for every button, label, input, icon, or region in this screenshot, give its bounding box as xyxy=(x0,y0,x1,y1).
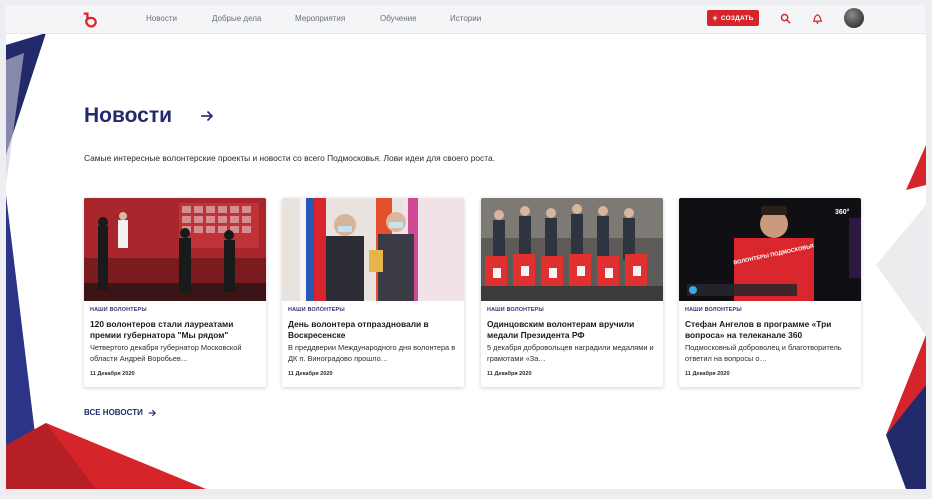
news-card[interactable]: НАШИ ВОЛОНТЕРЫ Одинцовским волонтерам вр… xyxy=(481,198,663,387)
create-button[interactable]: + СОЗДАТЬ xyxy=(707,10,759,26)
news-tag: НАШИ ВОЛОНТЕРЫ xyxy=(288,307,345,313)
nav-item-stories[interactable]: Истории xyxy=(450,14,481,23)
all-news-label: ВСЕ НОВОСТИ xyxy=(84,408,143,417)
search-icon xyxy=(780,13,790,23)
news-description: Четвертого декабря губернатор Московской… xyxy=(90,343,242,363)
top-navigation: Новости Добрые дела Мероприятия Обучение… xyxy=(6,5,926,34)
news-date: 11 Декабря 2020 xyxy=(288,371,333,377)
news-photo xyxy=(84,198,266,301)
news-card[interactable]: ВОЛОНТЕРЫ ПОДМОСКОВЬЯ 360° НАШИ ВОЛОНТЕР… xyxy=(679,198,861,387)
news-photo xyxy=(481,198,663,301)
avatar[interactable] xyxy=(844,8,864,28)
news-photo xyxy=(282,198,464,301)
plus-icon: + xyxy=(712,13,718,23)
tv-channel-logo: 360° xyxy=(835,208,850,216)
news-tag: НАШИ ВОЛОНТЕРЫ xyxy=(685,307,742,313)
nav-item-good-deeds[interactable]: Добрые дела xyxy=(212,14,261,23)
news-title[interactable]: Одинцовским волонтерам вручили медали Пр… xyxy=(487,319,659,340)
arrow-right-icon xyxy=(148,409,156,416)
page-footer-strip xyxy=(6,489,926,495)
arrow-right-icon[interactable] xyxy=(200,109,214,123)
news-description: В преддверии Международного дня волонтер… xyxy=(288,343,456,363)
news-title[interactable]: Стефан Ангелов в программе «Три вопроса»… xyxy=(685,319,857,340)
news-card[interactable]: НАШИ ВОЛОНТЕРЫ День волонтера отпразднов… xyxy=(282,198,464,387)
news-tag: НАШИ ВОЛОНТЕРЫ xyxy=(487,307,544,313)
all-news-link[interactable]: ВСЕ НОВОСТИ xyxy=(84,408,156,417)
page-title: Новости xyxy=(84,104,173,127)
news-description: 5 декабря добровольцев наградили медалям… xyxy=(487,343,654,363)
news-description: Подмосковный доброволец и благотворитель… xyxy=(685,343,842,363)
page-subtitle: Самые интересные волонтерские проекты и … xyxy=(84,153,495,163)
news-title[interactable]: 120 волонтеров стали лауреатами премии г… xyxy=(90,319,262,340)
bell-icon xyxy=(812,13,822,24)
news-title[interactable]: День волонтера отпраздновали в Воскресен… xyxy=(288,319,460,340)
news-tag: НАШИ ВОЛОНТЕРЫ xyxy=(90,307,147,313)
notifications-button[interactable] xyxy=(810,11,824,25)
news-date: 11 Декабря 2020 xyxy=(685,371,730,377)
logo-icon[interactable] xyxy=(82,11,100,29)
nav-item-education[interactable]: Обучение xyxy=(380,14,417,23)
search-button[interactable] xyxy=(778,11,792,25)
news-photo: ВОЛОНТЕРЫ ПОДМОСКОВЬЯ 360° xyxy=(679,198,861,301)
nav-item-news[interactable]: Новости xyxy=(146,14,177,23)
news-card[interactable]: НАШИ ВОЛОНТЕРЫ 120 волонтеров стали лаур… xyxy=(84,198,266,387)
nav-item-events[interactable]: Мероприятия xyxy=(295,14,345,23)
create-button-label: СОЗДАТЬ xyxy=(720,14,754,22)
news-date: 11 Декабря 2020 xyxy=(90,371,135,377)
news-date: 11 Декабря 2020 xyxy=(487,371,532,377)
page: Новости Добрые дела Мероприятия Обучение… xyxy=(6,5,926,495)
